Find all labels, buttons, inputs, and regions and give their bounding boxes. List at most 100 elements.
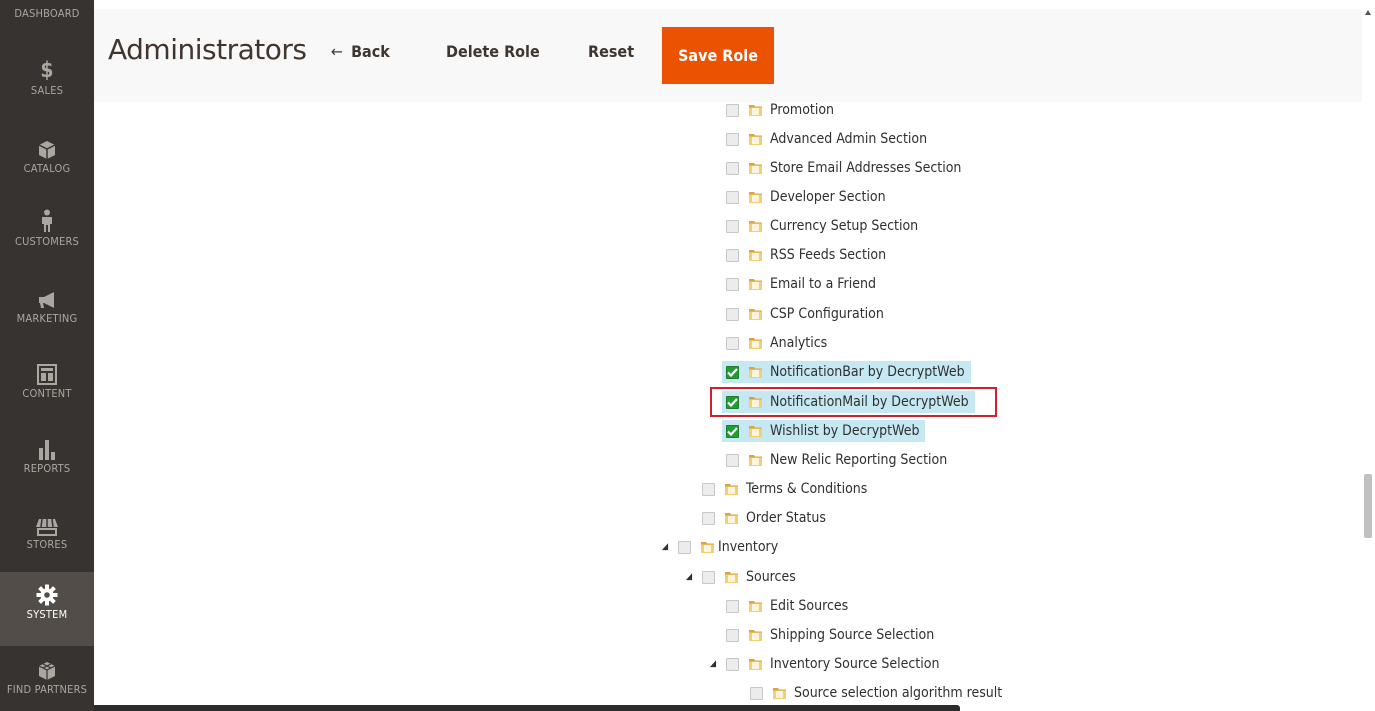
folder-icon [748, 628, 763, 642]
delete-role-button[interactable]: Delete Role [446, 42, 540, 61]
save-role-button[interactable]: Save Role [662, 27, 774, 84]
folder-icon [748, 190, 763, 204]
nav-label: CUSTOMERS [14, 235, 80, 248]
folder-icon [748, 277, 763, 291]
nav-system[interactable]: SYSTEM [0, 572, 94, 646]
page-title: Administrators [108, 33, 307, 66]
node-label: Inventory [718, 539, 779, 555]
nav-reports[interactable]: REPORTS [0, 432, 94, 492]
scrollbar-thumb[interactable] [1364, 474, 1372, 538]
checkbox[interactable] [726, 103, 739, 117]
nav-sales[interactable]: $ SALES [0, 52, 94, 112]
checkbox-checked[interactable] [726, 365, 739, 379]
node-label: Email to a Friend [770, 276, 876, 292]
nav-dashboard[interactable]: DASHBOARD [0, 0, 94, 30]
nav-label: FIND PARTNERS [6, 683, 88, 696]
nav-stores[interactable]: STORES [0, 508, 94, 568]
folder-icon [748, 657, 763, 671]
cubes-icon [0, 657, 94, 681]
tree-node[interactable]: Store Email Addresses Section [726, 156, 964, 180]
tree-node[interactable]: ◢ Inventory Source Selection [706, 652, 942, 676]
node-label: Promotion [770, 102, 835, 118]
annotation-highlight-box [710, 387, 997, 417]
tree-node[interactable]: Order Status [702, 506, 829, 530]
tree-node[interactable]: Email to a Friend [726, 272, 879, 296]
expand-triangle-icon[interactable]: ◢ [706, 659, 720, 669]
checkbox[interactable] [678, 540, 691, 554]
folder-icon [748, 248, 763, 262]
checkbox[interactable] [726, 277, 739, 291]
back-button[interactable]: ← Back [331, 42, 390, 61]
expand-triangle-icon[interactable]: ◢ [658, 542, 672, 552]
back-label: Back [351, 42, 390, 61]
checkbox[interactable] [726, 248, 739, 262]
checkbox[interactable] [726, 599, 739, 613]
tree-node[interactable]: Edit Sources [726, 594, 851, 618]
node-label: New Relic Reporting Section [770, 452, 948, 468]
tree-node[interactable]: Terms & Conditions [702, 477, 870, 501]
node-label: Order Status [746, 510, 826, 526]
arrow-left-icon: ← [331, 42, 344, 61]
tree-node[interactable]: ◢ Sources [682, 565, 799, 589]
checkbox[interactable] [726, 307, 739, 321]
reset-button[interactable]: Reset [588, 42, 634, 61]
checkbox[interactable] [726, 161, 739, 175]
expand-triangle-icon[interactable]: ◢ [682, 572, 696, 582]
folder-icon [724, 570, 739, 584]
node-label: Shipping Source Selection [770, 627, 935, 643]
nav-label: STORES [26, 538, 68, 551]
checkbox[interactable] [726, 132, 739, 146]
nav-content[interactable]: CONTENT [0, 357, 94, 417]
folder-icon [700, 540, 715, 554]
checkbox[interactable] [750, 686, 763, 700]
folder-icon [748, 453, 763, 467]
tree-node[interactable]: RSS Feeds Section [726, 243, 889, 267]
checkbox[interactable] [702, 570, 715, 584]
tree-node[interactable]: Promotion [726, 98, 837, 122]
checkbox[interactable] [726, 628, 739, 642]
tree-node[interactable]: Advanced Admin Section [726, 127, 930, 151]
node-label: RSS Feeds Section [770, 247, 887, 263]
scroll-up-arrow-icon[interactable] [1365, 10, 1371, 15]
nav-catalog[interactable]: CATALOG [0, 132, 94, 192]
horizontal-scrollbar[interactable] [94, 705, 960, 711]
tree-node-selected[interactable]: Wishlist by DecryptWeb [722, 419, 926, 443]
checkbox[interactable] [726, 219, 739, 233]
tree-node[interactable]: Currency Setup Section [726, 214, 921, 238]
tree-node[interactable]: Developer Section [726, 185, 889, 209]
checkbox[interactable] [726, 190, 739, 204]
checkbox[interactable] [726, 336, 739, 350]
nav-label: CONTENT [22, 387, 72, 400]
node-label: Store Email Addresses Section [770, 160, 962, 176]
page-header: Administrators ← Back Delete Role Reset S… [94, 9, 1362, 102]
node-label: Source selection algorithm result [794, 685, 1003, 701]
nav-customers[interactable]: CUSTOMERS [0, 205, 94, 265]
selected-row-highlight: NotificationBar by DecryptWeb [722, 361, 971, 383]
vertical-scrollbar[interactable] [1362, 0, 1375, 711]
checkbox[interactable] [702, 482, 715, 496]
admin-sidebar: DASHBOARD $ SALES CATALOG CUSTOMERS MARK… [0, 0, 94, 711]
dollar-icon: $ [40, 58, 54, 82]
nav-find-partners[interactable]: FIND PARTNERS [0, 657, 94, 711]
tree-node[interactable]: Source selection algorithm result [750, 681, 1005, 705]
nav-label: DASHBOARD [14, 7, 80, 20]
tree-node[interactable]: New Relic Reporting Section [726, 448, 950, 472]
checkbox[interactable] [702, 511, 715, 525]
tree-node[interactable]: Shipping Source Selection [726, 623, 937, 647]
tree-node-selected[interactable]: NotificationBar by DecryptWeb [722, 360, 971, 384]
folder-icon [772, 686, 787, 700]
node-label: Analytics [770, 335, 828, 351]
tree-node[interactable]: CSP Configuration [726, 302, 887, 326]
tree-node[interactable]: Analytics [726, 331, 830, 355]
node-label: Wishlist by DecryptWeb [770, 423, 920, 439]
checkbox[interactable] [726, 453, 739, 467]
node-label: Advanced Admin Section [770, 131, 928, 147]
nav-marketing[interactable]: MARKETING [0, 282, 94, 342]
node-label: NotificationBar by DecryptWeb [770, 364, 965, 380]
nav-label: SALES [30, 84, 64, 97]
person-icon [0, 205, 94, 233]
node-label: CSP Configuration [770, 306, 884, 322]
checkbox-checked[interactable] [726, 424, 739, 438]
checkbox[interactable] [726, 657, 739, 671]
tree-node[interactable]: ◢ Inventory [658, 535, 781, 559]
